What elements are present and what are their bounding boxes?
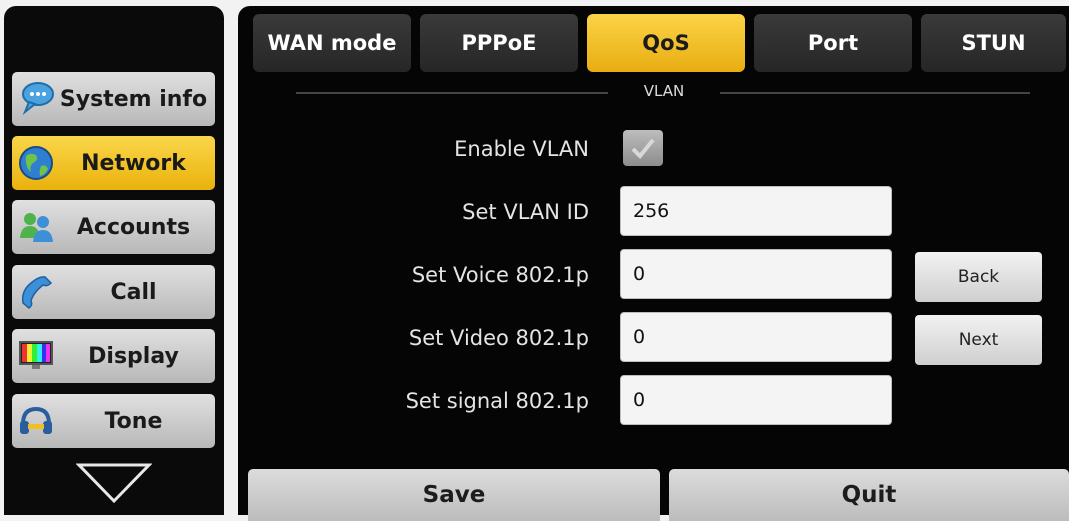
signal-priority-label: Set signal 802.1p — [405, 389, 589, 413]
vlan-id-label: Set VLAN ID — [462, 200, 589, 224]
section-title: VLAN — [643, 82, 685, 100]
tab-wan-mode[interactable]: WAN mode — [253, 14, 411, 72]
tab-qos[interactable]: QoS — [587, 14, 745, 72]
color-bars-monitor-icon — [16, 336, 56, 376]
next-button[interactable]: Next — [915, 315, 1042, 365]
sidebar-item-network[interactable]: Network — [12, 136, 215, 190]
voice-priority-field[interactable] — [620, 249, 892, 299]
video-priority-field[interactable] — [620, 312, 892, 362]
checkmark-icon — [631, 138, 655, 159]
vlan-id-field[interactable] — [620, 186, 892, 236]
sidebar-item-display[interactable]: Display — [12, 329, 215, 383]
back-button[interactable]: Back — [915, 252, 1042, 302]
sidebar-item-tone[interactable]: Tone — [12, 394, 215, 448]
enable-vlan-checkbox[interactable] — [623, 130, 663, 166]
sidebar-item-system-info[interactable]: System info — [12, 72, 215, 126]
sidebar-item-call[interactable]: Call — [12, 265, 215, 319]
globe-icon — [16, 143, 56, 183]
chat-bubble-icon — [16, 79, 56, 119]
settings-panel: WAN mode PPPoE QoS Port STUN VLAN Enable… — [238, 6, 1069, 521]
voice-priority-label: Set Voice 802.1p — [411, 263, 589, 287]
sidebar-item-label: Tone — [104, 408, 163, 434]
sidebar-item-accounts[interactable]: Accounts — [12, 200, 215, 254]
sidebar: System info Network Accounts Call Displa… — [4, 6, 224, 515]
tab-pppoe[interactable]: PPPoE — [420, 14, 578, 72]
phone-handset-icon — [16, 272, 56, 312]
save-button[interactable]: Save — [248, 469, 660, 521]
sidebar-item-label: Accounts — [76, 214, 191, 240]
enable-vlan-label: Enable VLAN — [454, 137, 589, 161]
quit-button[interactable]: Quit — [669, 469, 1069, 521]
divider — [296, 92, 608, 94]
video-priority-label: Set Video 802.1p — [408, 326, 589, 350]
headset-icon — [16, 401, 56, 441]
sidebar-item-label: Network — [81, 150, 186, 176]
sidebar-item-label: Call — [110, 279, 157, 305]
sidebar-item-label: System info — [59, 86, 208, 112]
chevron-down-icon[interactable] — [76, 462, 152, 504]
divider — [720, 92, 1030, 94]
signal-priority-field[interactable] — [620, 375, 892, 425]
sidebar-item-label: Display — [88, 343, 179, 369]
users-icon — [16, 207, 56, 247]
tab-port[interactable]: Port — [754, 14, 912, 72]
tab-stun[interactable]: STUN — [921, 14, 1066, 72]
